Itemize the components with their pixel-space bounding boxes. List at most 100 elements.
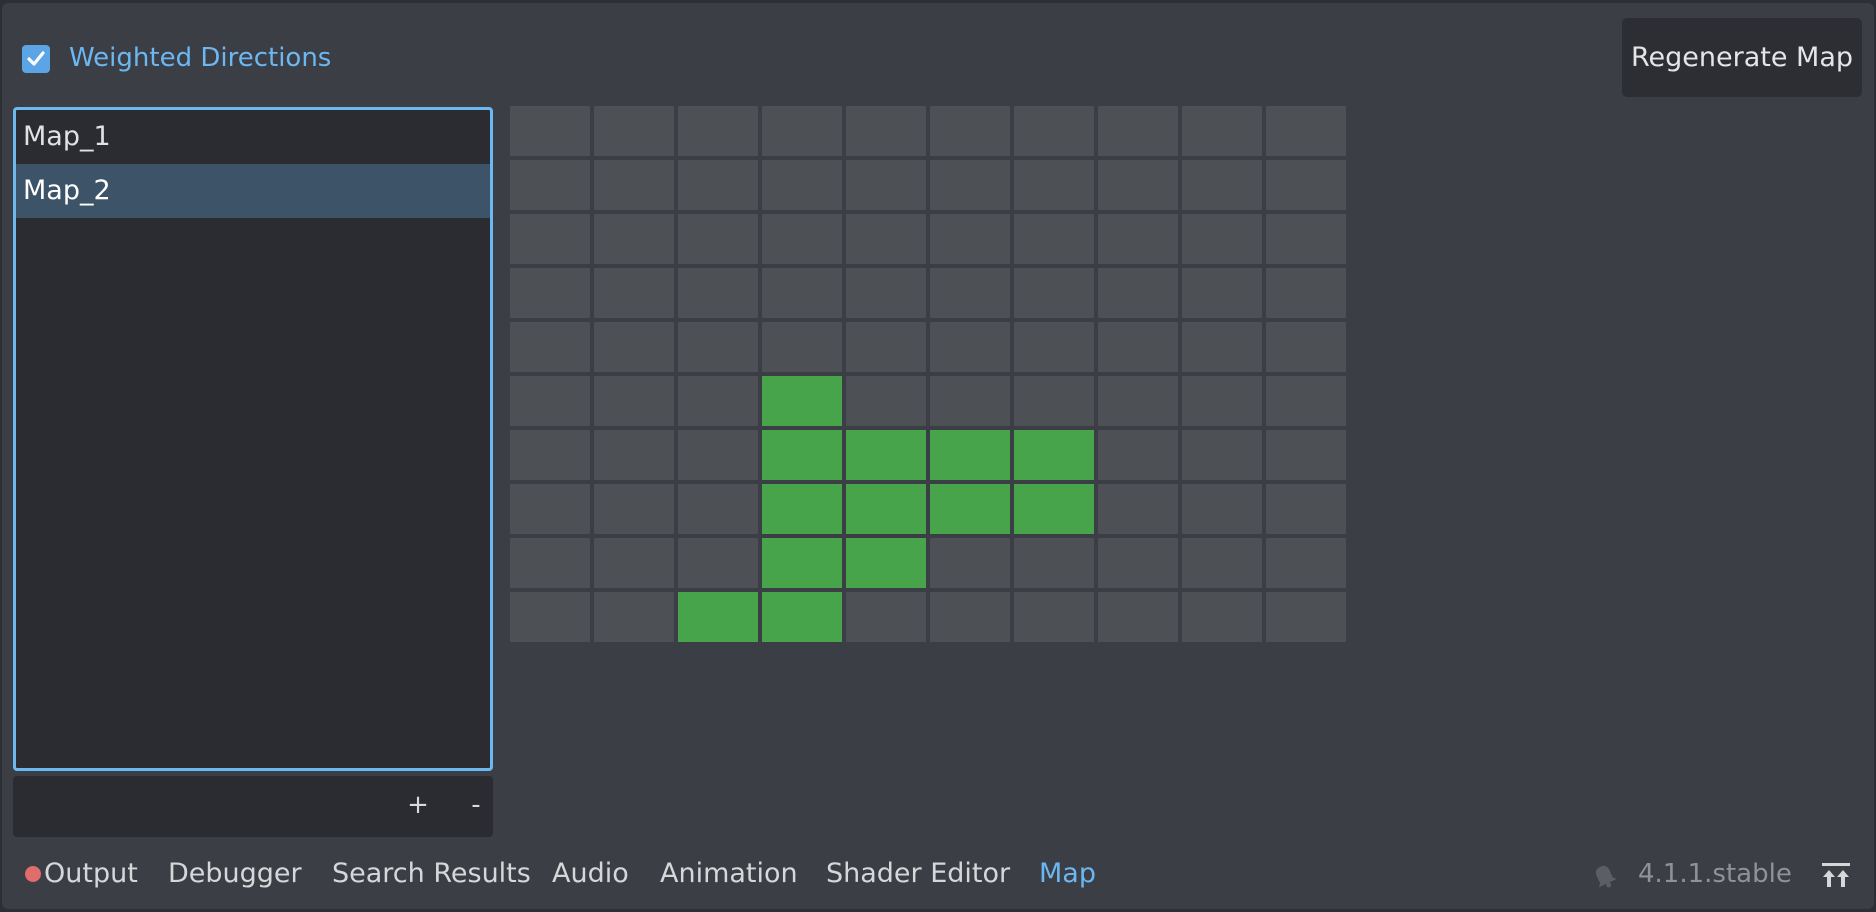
tab-animation[interactable]: Animation: [660, 849, 798, 899]
map-cell-empty[interactable]: [510, 592, 590, 642]
map-cell-empty[interactable]: [1266, 214, 1346, 264]
map-cell-empty[interactable]: [678, 106, 758, 156]
map-cell-empty[interactable]: [1266, 268, 1346, 318]
map-cell-empty[interactable]: [1098, 538, 1178, 588]
expand-up-icon[interactable]: [1820, 861, 1852, 889]
tab-audio[interactable]: Audio: [552, 849, 629, 899]
map-cell-empty[interactable]: [930, 214, 1010, 264]
map-cell-empty[interactable]: [1182, 376, 1262, 426]
map-cell-empty[interactable]: [678, 538, 758, 588]
map-cell-empty[interactable]: [1098, 214, 1178, 264]
map-cell-filled[interactable]: [762, 484, 842, 534]
map-cell-empty[interactable]: [1098, 376, 1178, 426]
map-cell-empty[interactable]: [1014, 322, 1094, 372]
map-cell-filled[interactable]: [1014, 430, 1094, 480]
map-cell-filled[interactable]: [762, 430, 842, 480]
map-cell-empty[interactable]: [1014, 106, 1094, 156]
map-cell-empty[interactable]: [1182, 538, 1262, 588]
map-cell-empty[interactable]: [1266, 322, 1346, 372]
map-cell-empty[interactable]: [930, 592, 1010, 642]
map-cell-empty[interactable]: [678, 430, 758, 480]
map-cell-empty[interactable]: [762, 214, 842, 264]
map-cell-empty[interactable]: [1182, 268, 1262, 318]
map-cell-empty[interactable]: [1014, 160, 1094, 210]
map-cell-filled[interactable]: [1014, 484, 1094, 534]
map-cell-empty[interactable]: [1014, 592, 1094, 642]
map-cell-empty[interactable]: [594, 538, 674, 588]
map-cell-empty[interactable]: [678, 376, 758, 426]
map-cell-filled[interactable]: [762, 376, 842, 426]
map-cell-empty[interactable]: [846, 592, 926, 642]
map-cell-empty[interactable]: [1182, 592, 1262, 642]
map-cell-empty[interactable]: [762, 268, 842, 318]
tab-debugger[interactable]: Debugger: [168, 849, 302, 899]
map-cell-empty[interactable]: [1266, 484, 1346, 534]
list-item-map-2[interactable]: Map_2: [16, 164, 490, 218]
map-cell-empty[interactable]: [594, 160, 674, 210]
map-cell-empty[interactable]: [510, 484, 590, 534]
map-cell-empty[interactable]: [1266, 376, 1346, 426]
map-cell-empty[interactable]: [594, 430, 674, 480]
map-cell-empty[interactable]: [1266, 160, 1346, 210]
weighted-directions-checkbox[interactable]: [22, 45, 50, 73]
map-cell-empty[interactable]: [1014, 214, 1094, 264]
map-cell-empty[interactable]: [1266, 106, 1346, 156]
map-cell-empty[interactable]: [930, 106, 1010, 156]
map-cell-empty[interactable]: [510, 160, 590, 210]
map-cell-empty[interactable]: [1182, 322, 1262, 372]
map-cell-empty[interactable]: [762, 106, 842, 156]
map-cell-empty[interactable]: [1014, 268, 1094, 318]
regenerate-map-button[interactable]: Regenerate Map: [1622, 18, 1862, 97]
map-cell-empty[interactable]: [594, 484, 674, 534]
map-cell-filled[interactable]: [762, 592, 842, 642]
map-cell-empty[interactable]: [510, 214, 590, 264]
map-cell-filled[interactable]: [678, 592, 758, 642]
map-cell-empty[interactable]: [510, 106, 590, 156]
map-cell-empty[interactable]: [678, 322, 758, 372]
map-cell-empty[interactable]: [510, 268, 590, 318]
map-cell-empty[interactable]: [930, 160, 1010, 210]
map-cell-empty[interactable]: [510, 322, 590, 372]
map-cell-empty[interactable]: [846, 268, 926, 318]
map-cell-filled[interactable]: [762, 538, 842, 588]
map-cell-empty[interactable]: [678, 160, 758, 210]
map-cell-filled[interactable]: [930, 430, 1010, 480]
map-cell-empty[interactable]: [1182, 214, 1262, 264]
map-cell-filled[interactable]: [846, 430, 926, 480]
map-cell-empty[interactable]: [594, 214, 674, 264]
map-cell-empty[interactable]: [678, 214, 758, 264]
map-cell-empty[interactable]: [1098, 268, 1178, 318]
map-cell-empty[interactable]: [594, 322, 674, 372]
map-cell-filled[interactable]: [846, 538, 926, 588]
map-cell-empty[interactable]: [1266, 592, 1346, 642]
map-grid[interactable]: [510, 106, 1348, 643]
weighted-directions-label[interactable]: Weighted Directions: [69, 41, 331, 75]
map-cell-filled[interactable]: [846, 484, 926, 534]
map-cell-empty[interactable]: [1098, 160, 1178, 210]
map-cell-empty[interactable]: [678, 484, 758, 534]
map-cell-empty[interactable]: [846, 106, 926, 156]
tab-map[interactable]: Map: [1039, 849, 1096, 899]
tab-search-results[interactable]: Search Results: [332, 849, 531, 899]
map-cell-empty[interactable]: [1098, 106, 1178, 156]
map-cell-empty[interactable]: [510, 430, 590, 480]
map-cell-empty[interactable]: [1098, 430, 1178, 480]
map-cell-empty[interactable]: [594, 268, 674, 318]
map-cell-empty[interactable]: [930, 376, 1010, 426]
map-cell-empty[interactable]: [1098, 484, 1178, 534]
tab-shader-editor[interactable]: Shader Editor: [826, 849, 1010, 899]
map-cell-empty[interactable]: [1266, 430, 1346, 480]
map-cell-empty[interactable]: [1098, 322, 1178, 372]
list-item-map-1[interactable]: Map_1: [16, 110, 490, 164]
map-cell-empty[interactable]: [846, 322, 926, 372]
map-cell-empty[interactable]: [1014, 538, 1094, 588]
map-cell-filled[interactable]: [930, 484, 1010, 534]
map-cell-empty[interactable]: [1182, 484, 1262, 534]
bell-icon[interactable]: [1589, 861, 1619, 889]
map-cell-empty[interactable]: [846, 376, 926, 426]
map-cell-empty[interactable]: [1266, 538, 1346, 588]
remove-map-button[interactable]: -: [461, 790, 491, 820]
map-cell-empty[interactable]: [846, 160, 926, 210]
map-cell-empty[interactable]: [1182, 430, 1262, 480]
map-cell-empty[interactable]: [762, 160, 842, 210]
